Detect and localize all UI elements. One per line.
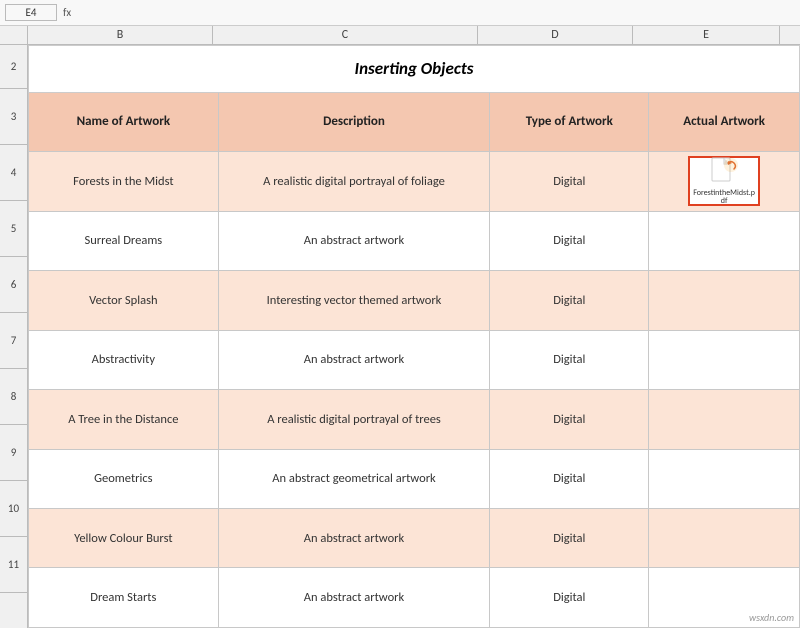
col-header-a[interactable] — [0, 26, 28, 44]
cell-desc-4: An abstract artwork — [218, 330, 490, 389]
row-num-4[interactable]: 4 — [0, 145, 27, 201]
title-row: Inserting Objects — [29, 46, 800, 93]
cell-artwork-3 — [649, 271, 800, 330]
sheet-area: 2 3 4 5 6 7 8 9 10 11 Inserting Objects — [0, 45, 800, 628]
cell-artwork-5 — [649, 390, 800, 449]
pdf-file-icon — [709, 157, 739, 187]
cell-desc-1: A realistic digital portrayal of foliage — [218, 152, 490, 211]
cell-name-8: Dream Starts — [29, 568, 219, 628]
col-header-c[interactable]: C — [213, 26, 478, 44]
cell-type-5: Digital — [490, 390, 649, 449]
row-num-7[interactable]: 7 — [0, 313, 27, 369]
header-description: Description — [218, 92, 490, 151]
row-num-8[interactable]: 8 — [0, 369, 27, 425]
row-num-6[interactable]: 6 — [0, 257, 27, 313]
row-num-5[interactable]: 5 — [0, 201, 27, 257]
header-type: Type of Artwork — [490, 92, 649, 151]
header-name: Name of Artwork — [29, 92, 219, 151]
cell-artwork-1: ForestintheMidst.pdf — [649, 152, 800, 211]
cell-desc-7: An abstract artwork — [218, 509, 490, 568]
table-row: Yellow Colour Burst An abstract artwork … — [29, 509, 800, 568]
cell-name-4: Abstractivity — [29, 330, 219, 389]
cell-desc-3: Interesting vector themed artwork — [218, 271, 490, 330]
cell-desc-6: An abstract geometrical artwork — [218, 449, 490, 508]
table-row: Surreal Dreams An abstract artwork Digit… — [29, 211, 800, 270]
spreadsheet-title: Inserting Objects — [29, 46, 800, 93]
cell-desc-8: An abstract artwork — [218, 568, 490, 628]
cell-artwork-4 — [649, 330, 800, 389]
cell-desc-2: An abstract artwork — [218, 211, 490, 270]
row-num-11[interactable]: 11 — [0, 537, 27, 593]
pdf-filename: ForestintheMidst.pdf — [693, 189, 755, 207]
cell-type-6: Digital — [490, 449, 649, 508]
cell-artwork-7 — [649, 509, 800, 568]
cell-type-2: Digital — [490, 211, 649, 270]
cell-name-5: A Tree in the Distance — [29, 390, 219, 449]
data-table: Inserting Objects Name of Artwork Descri… — [28, 45, 800, 628]
col-header-b[interactable]: B — [28, 26, 213, 44]
table-row: Vector Splash Interesting vector themed … — [29, 271, 800, 330]
row-num-3[interactable]: 3 — [0, 89, 27, 145]
column-headers: B C D E — [0, 26, 800, 45]
table-row: Forests in the Midst A realistic digital… — [29, 152, 800, 211]
row-num-9[interactable]: 9 — [0, 425, 27, 481]
col-header-e[interactable]: E — [633, 26, 780, 44]
cell-name-6: Geometrics — [29, 449, 219, 508]
cell-desc-5: A realistic digital portrayal of trees — [218, 390, 490, 449]
cell-type-8: Digital — [490, 568, 649, 628]
cell-name-1: Forests in the Midst — [29, 152, 219, 211]
row-numbers: 2 3 4 5 6 7 8 9 10 11 — [0, 45, 28, 628]
table-row: Dream Starts An abstract artwork Digital — [29, 568, 800, 628]
cell-name-7: Yellow Colour Burst — [29, 509, 219, 568]
header-artwork: Actual Artwork — [649, 92, 800, 151]
cell-type-7: Digital — [490, 509, 649, 568]
cell-type-4: Digital — [490, 330, 649, 389]
pdf-icon-area — [706, 157, 742, 187]
spreadsheet: E4 fx B C D E 2 3 4 5 6 7 8 9 10 11 — [0, 0, 800, 628]
cell-type-1: Digital — [490, 152, 649, 211]
cell-artwork-2 — [649, 211, 800, 270]
pdf-object[interactable]: ForestintheMidst.pdf — [688, 156, 760, 206]
formula-icon: fx — [63, 6, 71, 19]
table-row: Geometrics An abstract geometrical artwo… — [29, 449, 800, 508]
cell-name-3: Vector Splash — [29, 271, 219, 330]
row-num-2[interactable]: 2 — [0, 45, 27, 89]
cell-artwork-6 — [649, 449, 800, 508]
name-box[interactable]: E4 — [5, 4, 57, 21]
table-row: Abstractivity An abstract artwork Digita… — [29, 330, 800, 389]
cell-type-3: Digital — [490, 271, 649, 330]
cell-name-2: Surreal Dreams — [29, 211, 219, 270]
formula-bar: E4 fx — [0, 0, 800, 26]
table-row: A Tree in the Distance A realistic digit… — [29, 390, 800, 449]
watermark: wsxdn.com — [749, 611, 794, 624]
row-num-10[interactable]: 10 — [0, 481, 27, 537]
header-row: Name of Artwork Description Type of Artw… — [29, 92, 800, 151]
col-header-d[interactable]: D — [478, 26, 633, 44]
